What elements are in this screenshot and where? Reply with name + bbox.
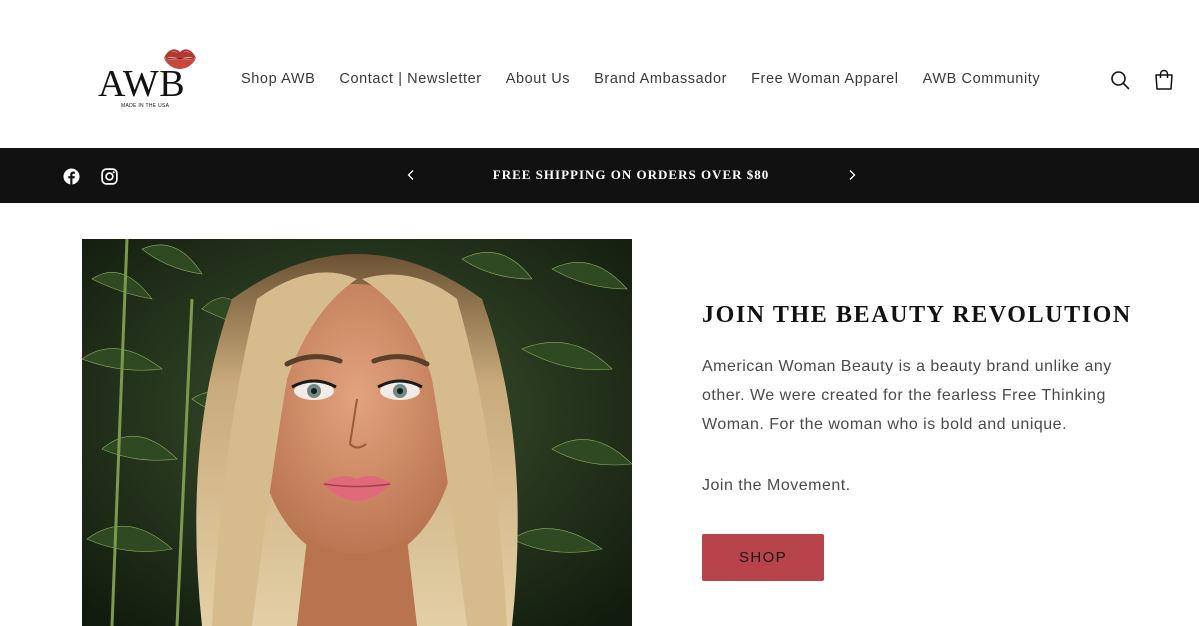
chevron-right-icon bbox=[849, 170, 856, 180]
cart-icon bbox=[1155, 69, 1173, 90]
cart-button[interactable] bbox=[1152, 68, 1176, 92]
announcement-text: FREE SHIPPING ON ORDERS OVER $80 bbox=[492, 167, 770, 182]
nav-about-us[interactable]: About Us bbox=[506, 71, 570, 87]
main-nav: Shop AWB Contact | Newsletter About Us B… bbox=[241, 71, 1040, 87]
nav-awb-community[interactable]: AWB Community bbox=[923, 71, 1041, 87]
nav-brand-ambassador[interactable]: Brand Ambassador bbox=[594, 71, 727, 87]
site-header: AWB MADE IN THE USA Shop AWB Contact | N… bbox=[0, 0, 1199, 148]
model-portrait-illustration bbox=[82, 239, 632, 626]
instagram-link[interactable] bbox=[99, 166, 119, 186]
announcement-next-button[interactable] bbox=[842, 165, 862, 185]
hero-description: American Woman Beauty is a beauty brand … bbox=[702, 358, 1112, 433]
hero-subtext: Join the Movement. bbox=[702, 477, 851, 494]
brand-logo[interactable]: AWB MADE IN THE USA bbox=[96, 44, 206, 114]
instagram-icon bbox=[100, 167, 118, 185]
logo-subtext: MADE IN THE USA bbox=[121, 103, 170, 109]
hero-title: JOIN THE BEAUTY REVOLUTION bbox=[702, 302, 1132, 328]
logo-text: AWB bbox=[98, 63, 186, 105]
announcement-prev-button[interactable] bbox=[401, 165, 421, 185]
chevron-left-icon bbox=[407, 170, 414, 180]
facebook-icon bbox=[62, 167, 80, 185]
nav-shop-awb[interactable]: Shop AWB bbox=[241, 71, 315, 87]
hero-image bbox=[82, 239, 632, 626]
nav-free-woman-apparel[interactable]: Free Woman Apparel bbox=[751, 71, 899, 87]
search-icon bbox=[1111, 71, 1130, 90]
shop-button[interactable]: SHOP bbox=[702, 534, 824, 581]
announcement-bar: FREE SHIPPING ON ORDERS OVER $80 bbox=[0, 148, 1199, 203]
search-button[interactable] bbox=[1108, 68, 1132, 92]
nav-contact-newsletter[interactable]: Contact | Newsletter bbox=[339, 71, 481, 87]
facebook-link[interactable] bbox=[61, 166, 81, 186]
